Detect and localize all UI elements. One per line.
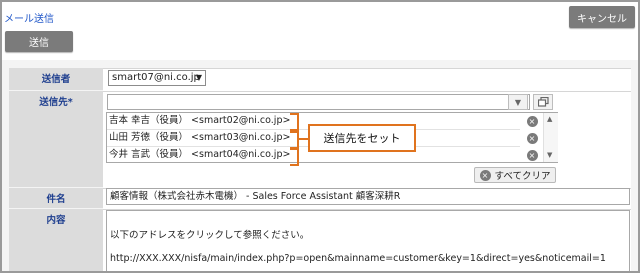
chevron-down-icon: ▼ — [195, 73, 202, 82]
clear-all-button[interactable]: × すべてクリア — [474, 167, 556, 183]
remove-recipient-button[interactable]: × — [522, 113, 542, 130]
annotation-bracket — [290, 113, 299, 131]
body-line: 以下のアドレスをクリックして参照ください。 — [110, 230, 310, 241]
subject-input[interactable]: 顧客情報（株式会社赤木電機） - Sales Force Assistant 顧… — [106, 188, 630, 205]
body-textarea[interactable]: 以下のアドレスをクリックして参照ください。 http://XXX.XXX/nis… — [106, 210, 630, 271]
sender-select[interactable]: smart07@ni.co.jp ▼ — [108, 70, 206, 86]
remove-recipient-button[interactable]: × — [522, 130, 542, 147]
sender-label: 送信者 — [9, 68, 103, 90]
to-label: 送信先* — [9, 91, 103, 187]
close-icon: × — [526, 150, 538, 161]
scroll-up-icon[interactable]: ▲ — [547, 115, 552, 123]
body-line: http://XXX.XXX/nisfa/main/index.php?p=op… — [110, 253, 606, 264]
mail-send-window: メール送信 キャンセル 送信 送信者 smart07@ni.co.jp ▼ 送信… — [0, 0, 640, 273]
remove-recipient-button[interactable]: × — [522, 147, 542, 164]
subject-label: 件名 — [9, 188, 103, 208]
header-bar: メール送信 キャンセル 送信 — [2, 2, 638, 60]
cancel-button[interactable]: キャンセル — [569, 6, 635, 28]
copy-icon — [537, 97, 549, 107]
send-button[interactable]: 送信 — [5, 31, 73, 52]
recipient-scrollbar[interactable]: ▲ ▼ — [543, 113, 558, 162]
to-dropdown-button[interactable]: ▼ — [508, 94, 528, 110]
body-label: 内容 — [9, 209, 103, 271]
window-title: メール送信 — [4, 14, 54, 25]
scroll-down-icon[interactable]: ▼ — [547, 151, 552, 159]
annotation-callout: 送信先をセット — [308, 124, 416, 152]
clear-all-label: すべてクリア — [494, 171, 551, 182]
chevron-down-icon: ▼ — [514, 97, 522, 107]
to-input[interactable] — [107, 94, 530, 110]
sender-select-value: smart07@ni.co.jp — [112, 72, 200, 83]
form-area: 送信者 smart07@ni.co.jp ▼ 送信先* ▼ 吉本 幸吉（役員） … — [2, 60, 638, 271]
annotation-bracket — [290, 131, 299, 149]
annotation-bracket — [290, 148, 299, 166]
close-icon: × — [526, 116, 538, 127]
close-icon: × — [526, 133, 538, 144]
close-icon: × — [479, 169, 491, 181]
address-book-button[interactable] — [533, 94, 553, 110]
